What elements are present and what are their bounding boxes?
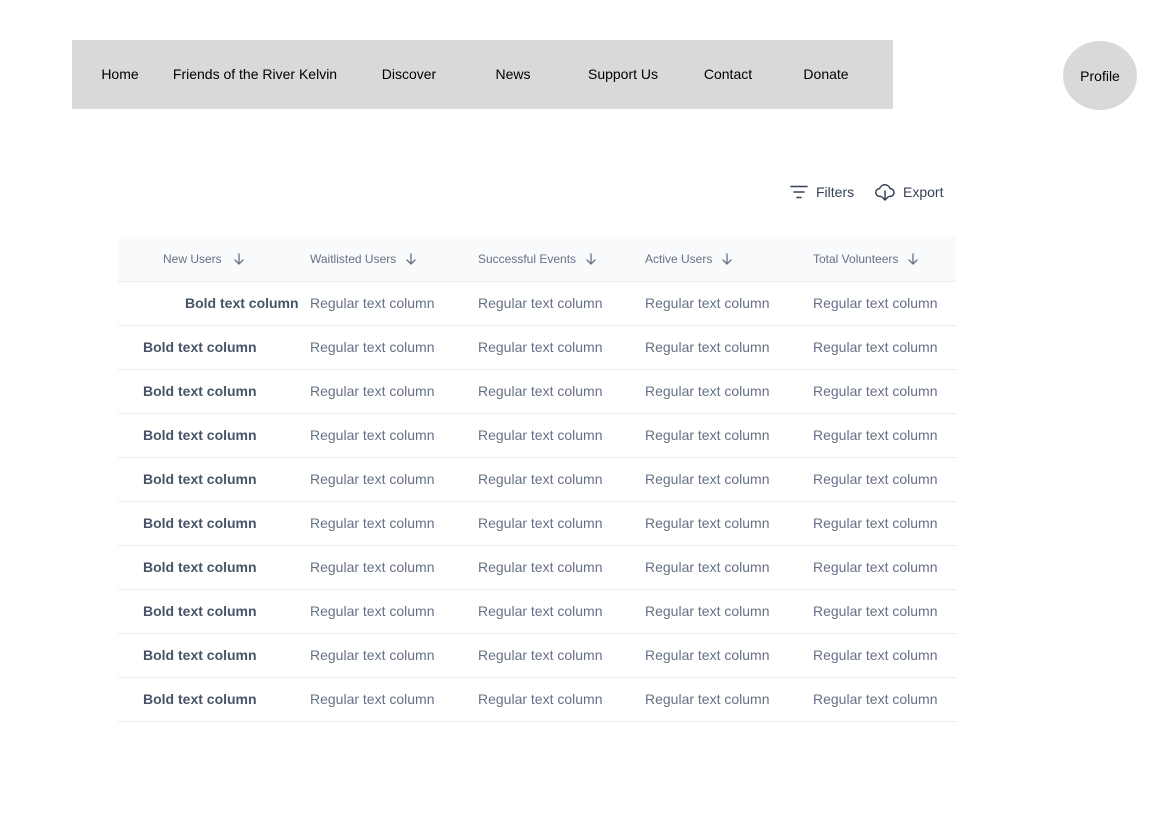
data-table: New Users Waitlisted Users Successful Ev…: [118, 237, 956, 722]
filters-label: Filters: [816, 184, 855, 200]
table-cell: Regular text column: [813, 691, 938, 707]
table-cell: Regular text column: [645, 691, 770, 707]
export-label: Export: [903, 184, 944, 200]
table-cell: Regular text column: [645, 471, 770, 487]
arrow-down-icon: [224, 252, 246, 266]
table-cell: Regular text column: [478, 647, 603, 663]
table-body: Bold text column Regular text column Regul…: [118, 282, 956, 722]
table-cell: Regular text column: [478, 515, 603, 531]
column-header-new-users[interactable]: New Users: [163, 237, 246, 281]
table-cell: Regular text column: [645, 427, 770, 443]
nav-item-donate[interactable]: Donate: [803, 40, 848, 109]
table-cell: Regular text column: [645, 647, 770, 663]
arrow-down-icon: [712, 252, 734, 266]
table-cell: Regular text column: [478, 295, 603, 311]
table-cell: Regular text column: [645, 515, 770, 531]
table-cell: Regular text column: [478, 691, 603, 707]
table-cell: Regular text column: [310, 515, 435, 531]
table-cell-bold: Bold text column: [143, 691, 257, 707]
table-row[interactable]: Bold text column Regular text column Regul…: [118, 458, 956, 502]
column-header-waitlisted-users[interactable]: Waitlisted Users: [310, 237, 418, 281]
table-cell: Regular text column: [478, 559, 603, 575]
nav-item-discover[interactable]: Discover: [382, 40, 436, 109]
table-cell-bold: Bold text column: [143, 515, 257, 531]
table-cell: Regular text column: [310, 471, 435, 487]
cloud-download-icon: [875, 183, 903, 201]
column-header-active-users[interactable]: Active Users: [645, 237, 734, 281]
table-row[interactable]: Bold text column Regular text column Regul…: [118, 282, 956, 326]
main-nav: Home Friends of the River Kelvin Discove…: [72, 40, 893, 109]
table-header: New Users Waitlisted Users Successful Ev…: [118, 237, 956, 282]
table-row[interactable]: Bold text column Regular text column Regul…: [118, 678, 956, 722]
table-cell: Regular text column: [813, 647, 938, 663]
nav-item-home[interactable]: Home: [101, 40, 138, 109]
table-row[interactable]: Bold text column Regular text column Regul…: [118, 546, 956, 590]
table-cell: Regular text column: [478, 339, 603, 355]
table-cell: Regular text column: [310, 691, 435, 707]
table-cell: Regular text column: [813, 383, 938, 399]
table-cell: Regular text column: [478, 427, 603, 443]
table-cell: Regular text column: [813, 515, 938, 531]
table-row[interactable]: Bold text column Regular text column Regul…: [118, 414, 956, 458]
table-cell-bold: Bold text column: [143, 339, 257, 355]
filters-button[interactable]: Filters: [790, 180, 854, 204]
table-cell: Regular text column: [645, 559, 770, 575]
table-cell: Regular text column: [813, 603, 938, 619]
table-row[interactable]: Bold text column Regular text column Regul…: [118, 634, 956, 678]
table-cell: Regular text column: [813, 471, 938, 487]
arrow-down-icon: [576, 252, 598, 266]
table-cell: Regular text column: [813, 295, 938, 311]
table-cell-bold: Bold text column: [143, 383, 257, 399]
table-cell: Regular text column: [813, 427, 938, 443]
export-button[interactable]: Export: [875, 180, 943, 204]
filter-lines-icon: [790, 185, 816, 199]
table-cell-bold: Bold text column: [143, 603, 257, 619]
table-cell: Regular text column: [645, 383, 770, 399]
table-cell: Regular text column: [310, 383, 435, 399]
column-header-label: Total Volunteers: [813, 252, 899, 266]
column-header-label: Active Users: [645, 252, 713, 266]
table-cell-bold: Bold text column: [185, 295, 299, 311]
profile-button[interactable]: Profile: [1063, 41, 1137, 110]
nav-item-friends-of-the-river-kelvin[interactable]: Friends of the River Kelvin: [173, 40, 337, 109]
table-cell-bold: Bold text column: [143, 427, 257, 443]
table-row[interactable]: Bold text column Regular text column Regul…: [118, 370, 956, 414]
table-row[interactable]: Bold text column Regular text column Regul…: [118, 590, 956, 634]
column-header-successful-events[interactable]: Successful Events: [478, 237, 598, 281]
table-row[interactable]: Bold text column Regular text column Regul…: [118, 502, 956, 546]
column-header-label: Successful Events: [478, 252, 577, 266]
table-cell: Regular text column: [310, 559, 435, 575]
table-cell: Regular text column: [478, 471, 603, 487]
table-cell: Regular text column: [478, 383, 603, 399]
table-cell: Regular text column: [645, 295, 770, 311]
table-cell: Regular text column: [813, 559, 938, 575]
nav-item-contact[interactable]: Contact: [704, 40, 752, 109]
table-cell: Regular text column: [310, 427, 435, 443]
table-cell-bold: Bold text column: [143, 559, 257, 575]
table-cell: Regular text column: [310, 647, 435, 663]
nav-item-news[interactable]: News: [495, 40, 530, 109]
table-cell: Regular text column: [310, 603, 435, 619]
page: Home Friends of the River Kelvin Discove…: [0, 0, 1164, 830]
table-cell-bold: Bold text column: [143, 647, 257, 663]
table-cell-bold: Bold text column: [143, 471, 257, 487]
table-row[interactable]: Bold text column Regular text column Regul…: [118, 326, 956, 370]
column-header-label: New Users: [163, 252, 222, 266]
arrow-down-icon: [898, 252, 920, 266]
table-cell: Regular text column: [645, 603, 770, 619]
table-cell: Regular text column: [813, 339, 938, 355]
column-header-label: Waitlisted Users: [310, 252, 397, 266]
arrow-down-icon: [396, 252, 418, 266]
nav-item-support-us[interactable]: Support Us: [588, 40, 658, 109]
table-cell: Regular text column: [478, 603, 603, 619]
table-cell: Regular text column: [310, 295, 435, 311]
column-header-total-volunteers[interactable]: Total Volunteers: [813, 237, 920, 281]
table-cell: Regular text column: [645, 339, 770, 355]
table-cell: Regular text column: [310, 339, 435, 355]
